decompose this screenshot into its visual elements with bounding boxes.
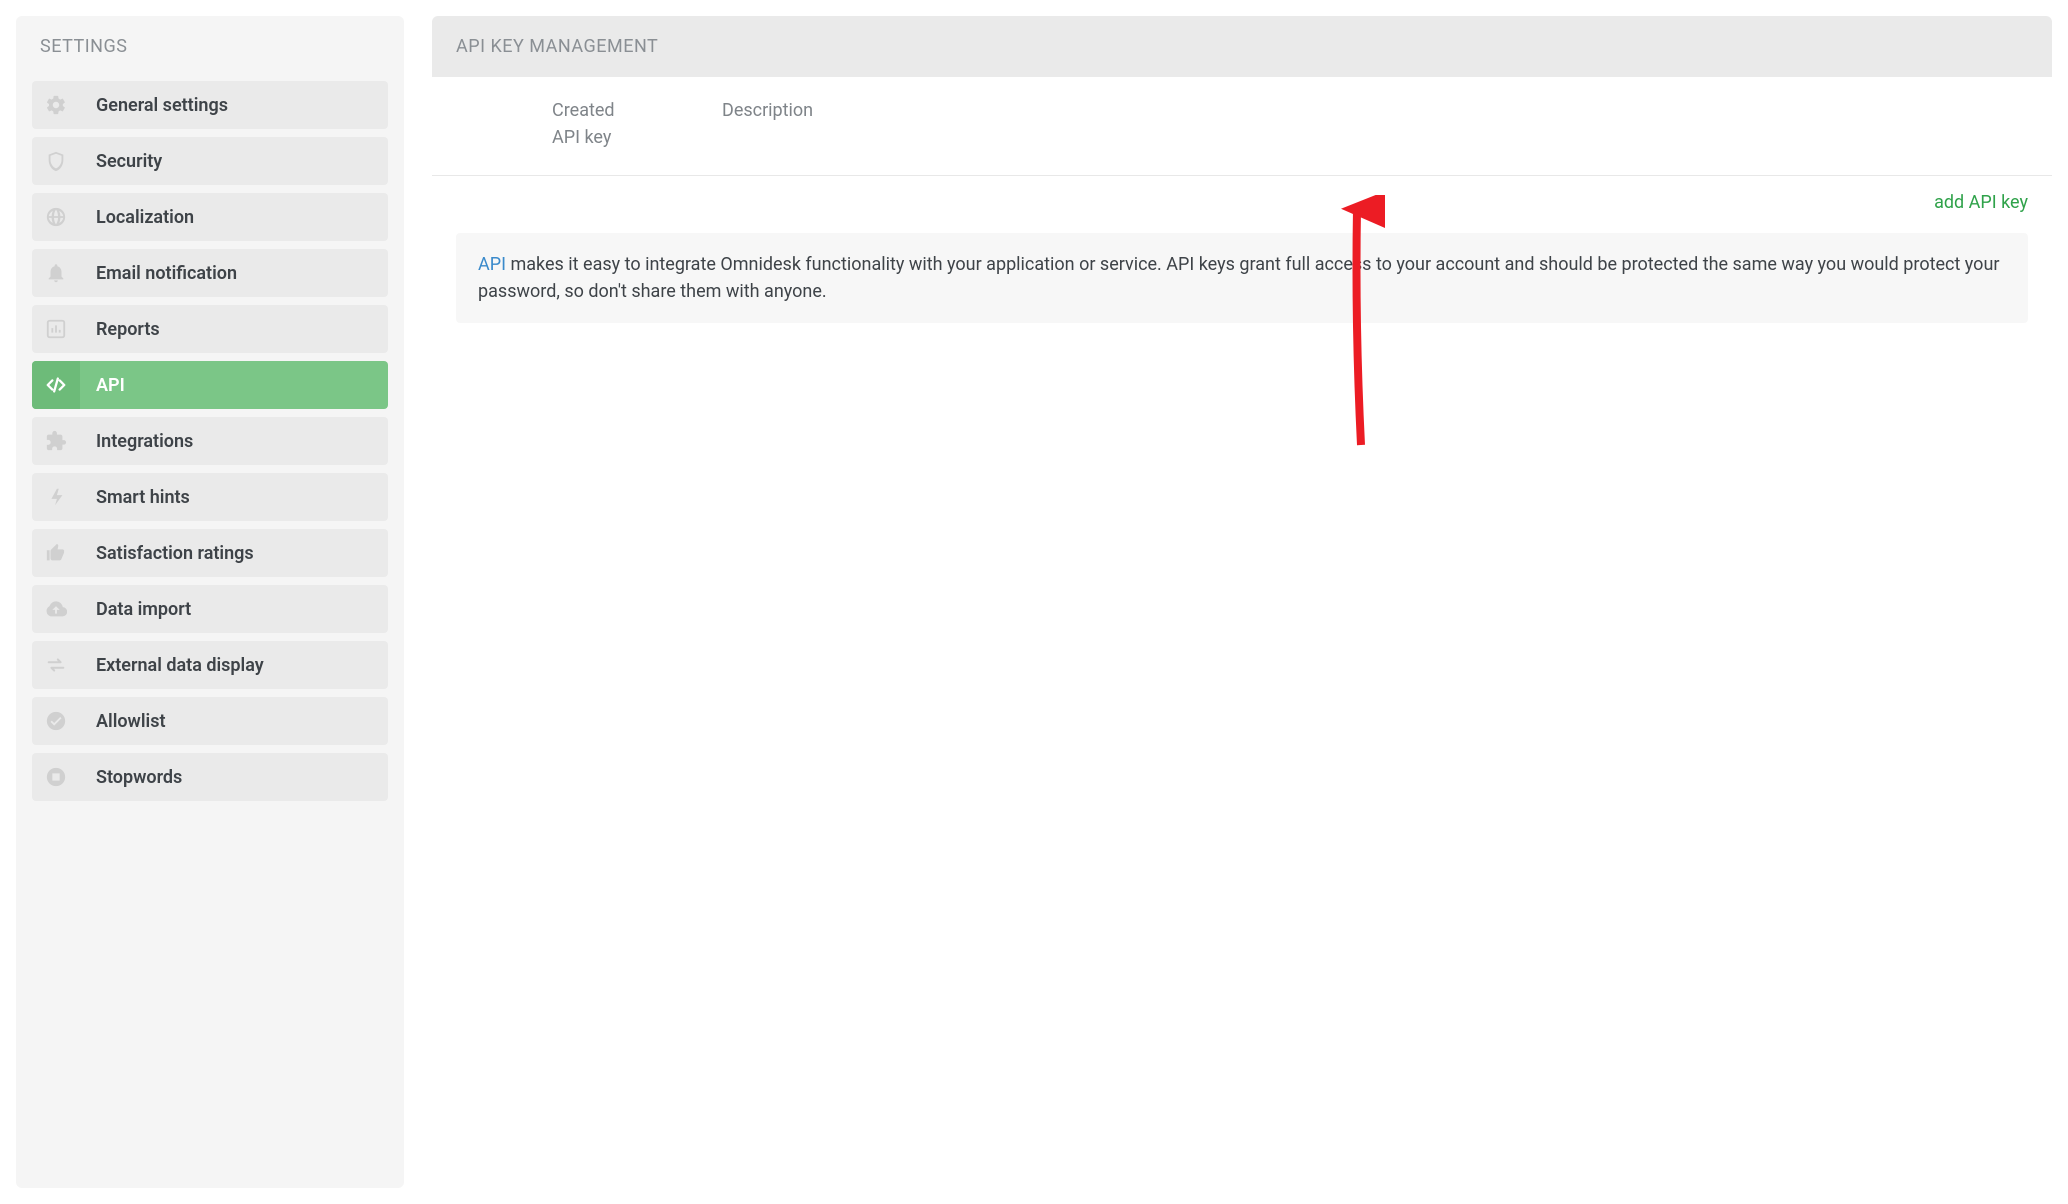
sidebar-item-email[interactable]: Email notification [32, 249, 388, 297]
sidebar-item-satisfaction[interactable]: Satisfaction ratings [32, 529, 388, 577]
add-api-key-link[interactable]: add API key [1934, 192, 2028, 213]
sidebar-item-reports[interactable]: Reports [32, 305, 388, 353]
sidebar-item-stopwords[interactable]: Stopwords [32, 753, 388, 801]
sidebar-item-label: API [80, 375, 125, 396]
action-row: add API key [432, 176, 2052, 221]
sidebar-item-label: External data display [80, 655, 264, 676]
globe-icon [32, 193, 80, 241]
api-docs-link[interactable]: API [478, 254, 506, 275]
bell-icon [32, 249, 80, 297]
api-keys-table-header: Created API key Description [432, 77, 2052, 176]
check-circle-icon [32, 697, 80, 745]
sidebar-item-label: Reports [80, 319, 160, 340]
sidebar-item-localization[interactable]: Localization [32, 193, 388, 241]
sidebar-item-label: Stopwords [80, 767, 182, 788]
sidebar-item-label: Satisfaction ratings [80, 543, 254, 564]
api-info-card: API makes it easy to integrate Omnidesk … [456, 233, 2028, 323]
thumbs-up-icon [32, 529, 80, 577]
code-icon [32, 361, 80, 409]
bolt-icon [32, 473, 80, 521]
cloud-upload-icon [32, 585, 80, 633]
sidebar-items: General settings Security Localization E… [16, 77, 404, 801]
sidebar-item-general[interactable]: General settings [32, 81, 388, 129]
bar-chart-icon [32, 305, 80, 353]
sidebar-item-label: Smart hints [80, 487, 190, 508]
sidebar-item-api[interactable]: API [32, 361, 388, 409]
sidebar-item-label: Security [80, 151, 162, 172]
shield-icon [32, 137, 80, 185]
sidebar-item-allowlist[interactable]: Allowlist [32, 697, 388, 745]
sidebar-item-security[interactable]: Security [32, 137, 388, 185]
sidebar-item-label: Localization [80, 207, 194, 228]
sidebar-item-external[interactable]: External data display [32, 641, 388, 689]
settings-sidebar: SETTINGS General settings Security Local… [16, 16, 404, 1188]
sidebar-title: SETTINGS [16, 16, 404, 77]
panel-title: API KEY MANAGEMENT [432, 16, 2052, 77]
sidebar-item-label: Allowlist [80, 711, 166, 732]
column-header-description: Description [722, 97, 813, 151]
sidebar-item-smart-hints[interactable]: Smart hints [32, 473, 388, 521]
stop-icon [32, 753, 80, 801]
sidebar-item-data-import[interactable]: Data import [32, 585, 388, 633]
sidebar-item-label: Email notification [80, 263, 237, 284]
swap-icon [32, 641, 80, 689]
api-info-text: makes it easy to integrate Omnidesk func… [478, 254, 1999, 302]
sidebar-item-integrations[interactable]: Integrations [32, 417, 388, 465]
gears-icon [32, 81, 80, 129]
sidebar-item-label: Data import [80, 599, 191, 620]
column-header-created: Created API key [552, 97, 642, 151]
sidebar-item-label: General settings [80, 95, 228, 116]
puzzle-icon [32, 417, 80, 465]
main-panel: API KEY MANAGEMENT Created API key Descr… [432, 16, 2052, 1188]
sidebar-item-label: Integrations [80, 431, 193, 452]
